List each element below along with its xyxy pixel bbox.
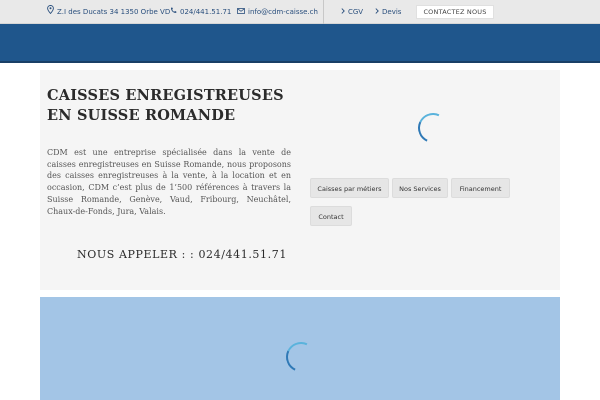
contact-button[interactable]: Contact [310,206,352,226]
email-item[interactable]: info@cdm-caisse.ch [237,0,318,24]
location-pin-icon [47,0,54,24]
phone-icon [170,0,177,24]
contact-us-button[interactable]: CONTACTEZ NOUS [416,5,494,19]
chevron-right-icon [341,0,345,24]
call-us-line[interactable]: NOUS APPELER : : 024/441.51.71 [77,248,287,261]
link-cgv-label: CGV [348,8,364,16]
link-devis[interactable]: Devis [375,0,401,24]
link-devis-label: Devis [382,8,402,16]
page-title: CAISSES ENREGISTREUSES EN SUISSE ROMANDE [47,87,284,124]
chevron-right-icon [375,0,379,24]
phone-item[interactable]: 024/441.51.71 [170,0,231,24]
address-text: Z.I des Ducats 34 1350 Orbe VD [57,8,171,16]
email-text: info@cdm-caisse.ch [248,8,318,16]
address-item: Z.I des Ducats 34 1350 Orbe VD [47,0,170,24]
nos-services-button[interactable]: Nos Services [392,178,448,198]
phone-text: 024/441.51.71 [180,8,232,16]
topbar-divider [323,0,324,24]
header-band [0,24,600,63]
top-contact-bar: Z.I des Ducats 34 1350 Orbe VD 024/441.5… [0,0,600,24]
financement-button[interactable]: Financement [451,178,510,198]
envelope-icon [237,0,245,24]
company-description: CDM est une entreprise spécialisée dans … [47,148,291,216]
caisses-par-metiers-button[interactable]: Caisses par métiers [310,178,389,198]
link-cgv[interactable]: CGV [341,0,363,24]
